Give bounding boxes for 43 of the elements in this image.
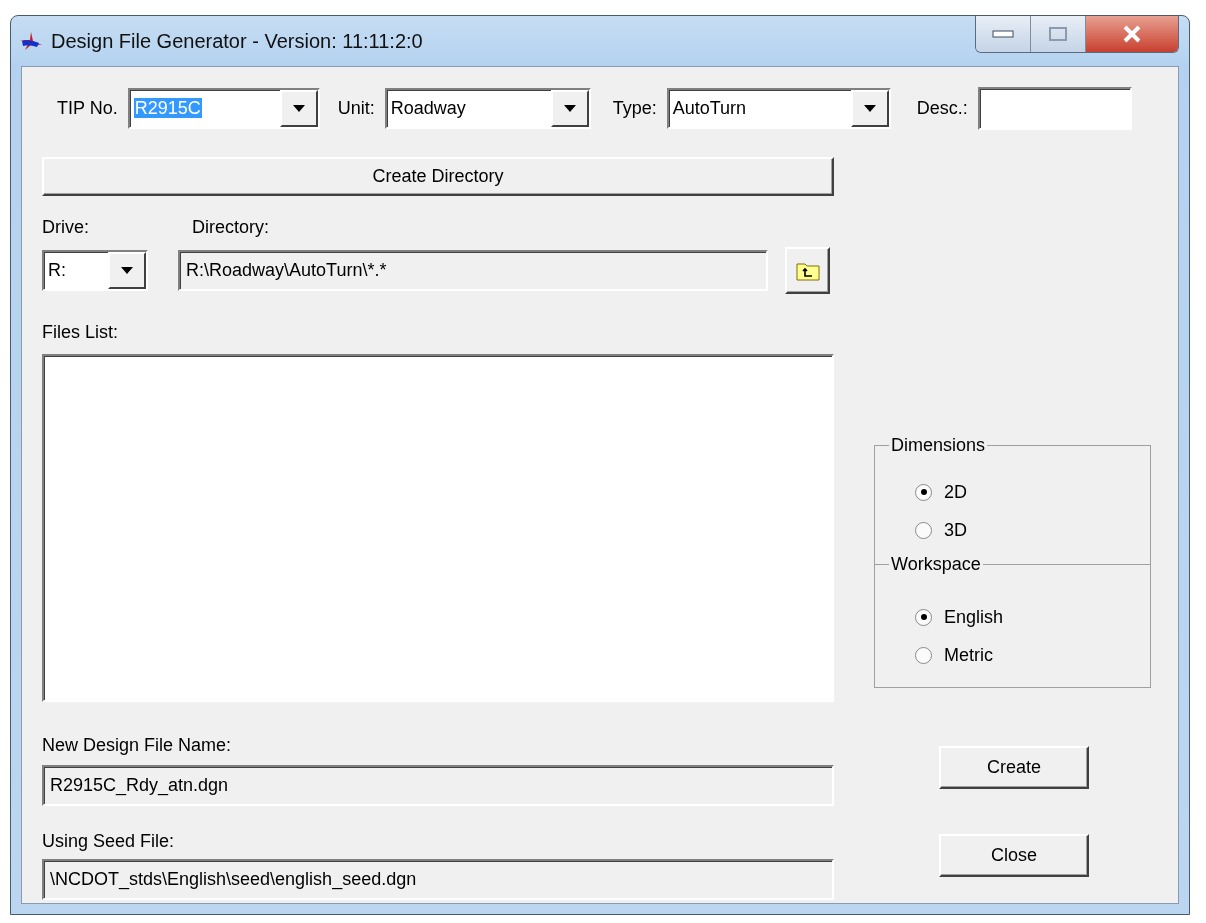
- new-file-name-label: New Design File Name:: [42, 734, 233, 757]
- close-button[interactable]: Close: [939, 834, 1089, 877]
- minimize-icon: [992, 30, 1014, 38]
- radio-label: 3D: [944, 518, 967, 542]
- radio-button[interactable]: [915, 608, 932, 626]
- field-label: Desc.:: [916, 97, 968, 120]
- drive-dropdown[interactable]: R:: [42, 250, 148, 291]
- field-label: TIP No.: [57, 97, 118, 120]
- create-button[interactable]: Create: [939, 746, 1089, 789]
- new-file-name-field[interactable]: R2915C_Rdy_atn.dgn: [42, 765, 834, 806]
- field-label: Type:: [612, 97, 657, 120]
- close-icon: [1122, 25, 1142, 43]
- radio-button[interactable]: [915, 521, 932, 539]
- field-value: AutoTurn: [672, 98, 747, 118]
- radio-button[interactable]: [915, 483, 932, 501]
- dropdown-arrow-icon: [563, 105, 576, 112]
- field-value: R2915C: [133, 98, 202, 118]
- seed-file-label: Using Seed File:: [42, 830, 176, 853]
- field-label: Unit:: [337, 97, 375, 120]
- close-window-button[interactable]: [1086, 16, 1178, 52]
- radio-label: Metric: [944, 643, 993, 667]
- parent-folder-button[interactable]: [785, 247, 830, 294]
- dropdown-field[interactable]: Roadway: [384, 88, 591, 129]
- field-value: Roadway: [390, 98, 466, 118]
- seed-file-field[interactable]: \NCDOT_stds\English\seed\english_seed.dgn: [42, 859, 834, 900]
- maximize-icon: [1049, 27, 1067, 41]
- directory-label: Directory:: [191, 216, 270, 239]
- app-logo-icon: [19, 31, 43, 51]
- drive-label: Drive:: [42, 216, 90, 239]
- dropdown-arrow-icon: [863, 105, 876, 112]
- files-list-label: Files List:: [42, 321, 120, 344]
- radio-label: English: [944, 605, 1004, 629]
- dropdown-arrow-icon: [292, 105, 305, 112]
- create-directory-button[interactable]: Create Directory: [42, 157, 834, 196]
- folder-up-icon: [795, 260, 820, 281]
- directory-field[interactable]: R:\Roadway\AutoTurn\*.*: [178, 250, 768, 291]
- dropdown-arrow-icon: [121, 267, 133, 274]
- radio-button[interactable]: [915, 646, 932, 664]
- input-field[interactable]: [977, 87, 1132, 130]
- minimize-button[interactable]: [976, 16, 1031, 52]
- dropdown-field[interactable]: AutoTurn: [666, 88, 891, 129]
- radio-label: 2D: [944, 480, 967, 504]
- window-title: Design File Generator - Version: 11:11:2:0: [51, 29, 423, 54]
